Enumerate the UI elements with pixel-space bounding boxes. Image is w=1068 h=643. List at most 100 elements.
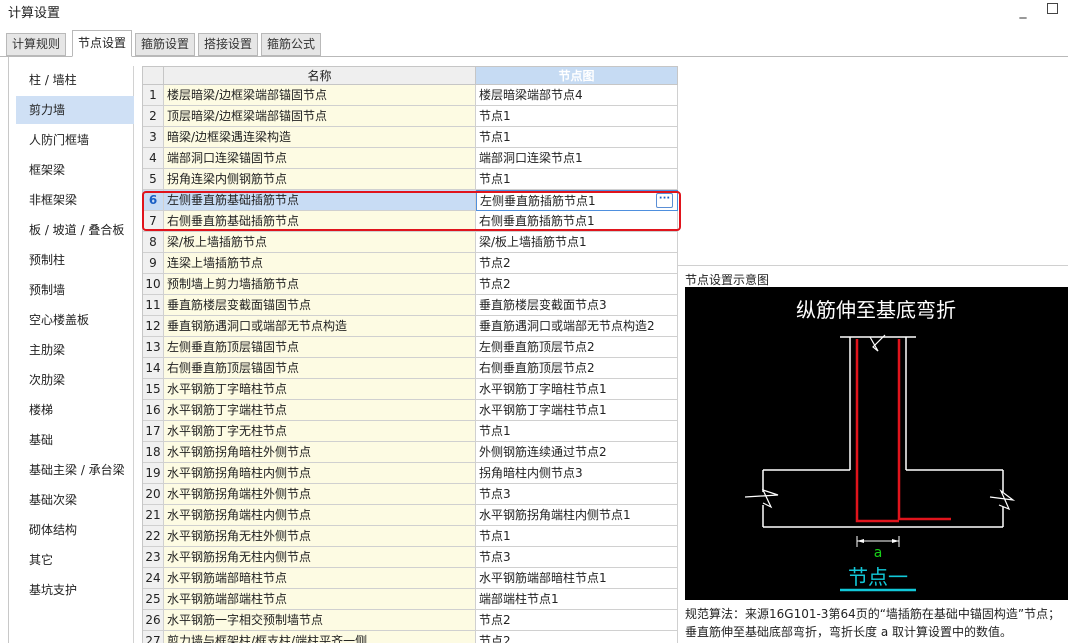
row-number-cell[interactable]: 17: [143, 421, 164, 442]
node-diagram-cell[interactable]: 节点1: [476, 106, 678, 127]
table-row[interactable]: 1 楼层暗梁/边框梁端部锚固节点 楼层暗梁端部节点4: [143, 85, 678, 106]
sidebar-item[interactable]: 基础: [16, 426, 134, 454]
table-row[interactable]: 21 水平钢筋拐角端柱内侧节点 水平钢筋拐角端柱内侧节点1: [143, 505, 678, 526]
table-row[interactable]: 9 连梁上墙插筋节点 节点2: [143, 253, 678, 274]
row-number-cell[interactable]: 4: [143, 148, 164, 169]
table-row[interactable]: 12 垂直钢筋遇洞口或端部无节点构造 垂直筋遇洞口或端部无节点构造2: [143, 316, 678, 337]
maximize-button[interactable]: [1047, 3, 1058, 14]
node-diagram-cell[interactable]: 水平钢筋丁字端柱节点1: [476, 400, 678, 421]
node-diagram-cell[interactable]: 左侧垂直筋插筋节点1 ···: [476, 190, 678, 211]
sidebar-item[interactable]: 基坑支护: [16, 576, 134, 604]
sidebar-item[interactable]: 非框架梁: [16, 186, 134, 214]
sidebar-item[interactable]: 次肋梁: [16, 366, 134, 394]
node-diagram-cell[interactable]: 梁/板上墙插筋节点1: [476, 232, 678, 253]
table-row[interactable]: 3 暗梁/边框梁遇连梁构造 节点1: [143, 127, 678, 148]
node-diagram-cell[interactable]: 端部端柱节点1: [476, 589, 678, 610]
tab-stirrup-formula[interactable]: 箍筋公式: [261, 33, 322, 56]
row-number-cell[interactable]: 23: [143, 547, 164, 568]
sidebar-item[interactable]: 剪力墙: [16, 96, 134, 124]
table-row[interactable]: 5 拐角连梁内侧钢筋节点 节点1: [143, 169, 678, 190]
row-number-cell[interactable]: 26: [143, 610, 164, 631]
row-number-cell[interactable]: 16: [143, 400, 164, 421]
node-diagram-cell[interactable]: 水平钢筋丁字暗柱节点1: [476, 379, 678, 400]
node-diagram-cell[interactable]: 节点1: [476, 169, 678, 190]
table-row[interactable]: 22 水平钢筋拐角无柱外侧节点 节点1: [143, 526, 678, 547]
node-diagram-cell[interactable]: 节点2: [476, 253, 678, 274]
sidebar-item[interactable]: 板 / 坡道 / 叠合板: [16, 216, 134, 244]
table-row[interactable]: 19 水平钢筋拐角暗柱内侧节点 拐角暗柱内侧节点3: [143, 463, 678, 484]
row-number-cell[interactable]: 27: [143, 631, 164, 643]
node-diagram-cell[interactable]: 右侧垂直筋顶层节点2: [476, 358, 678, 379]
row-number-cell[interactable]: 2: [143, 106, 164, 127]
sidebar-item[interactable]: 空心楼盖板: [16, 306, 134, 334]
sidebar-item[interactable]: 其它: [16, 546, 134, 574]
row-number-cell[interactable]: 19: [143, 463, 164, 484]
sidebar-item[interactable]: 人防门框墙: [16, 126, 134, 154]
sidebar-item[interactable]: 基础次梁: [16, 486, 134, 514]
row-number-cell[interactable]: 14: [143, 358, 164, 379]
row-number-cell[interactable]: 22: [143, 526, 164, 547]
sidebar-item[interactable]: 框架梁: [16, 156, 134, 184]
row-number-cell[interactable]: 7: [143, 211, 164, 232]
row-number-cell[interactable]: 10: [143, 274, 164, 295]
row-number-cell[interactable]: 12: [143, 316, 164, 337]
row-number-cell[interactable]: 13: [143, 337, 164, 358]
node-diagram-cell[interactable]: 楼层暗梁端部节点4: [476, 85, 678, 106]
table-row[interactable]: 26 水平钢筋一字相交预制墙节点 节点2: [143, 610, 678, 631]
node-diagram-cell[interactable]: 水平钢筋拐角端柱内侧节点1: [476, 505, 678, 526]
node-diagram-cell[interactable]: 水平钢筋端部暗柱节点1: [476, 568, 678, 589]
sidebar-item[interactable]: 砌体结构: [16, 516, 134, 544]
node-diagram-cell[interactable]: 端部洞口连梁节点1: [476, 148, 678, 169]
node-diagram-cell[interactable]: 节点1: [476, 421, 678, 442]
tab-node-settings[interactable]: 节点设置: [72, 30, 133, 57]
sidebar-item[interactable]: 预制墙: [16, 276, 134, 304]
row-number-cell[interactable]: 3: [143, 127, 164, 148]
ellipsis-button[interactable]: ···: [656, 193, 673, 208]
table-row[interactable]: 2 顶层暗梁/边框梁端部锚固节点 节点1: [143, 106, 678, 127]
tab-lap-settings[interactable]: 搭接设置: [198, 33, 259, 56]
table-row[interactable]: 10 预制墙上剪力墙插筋节点 节点2: [143, 274, 678, 295]
row-number-cell[interactable]: 25: [143, 589, 164, 610]
row-number-cell[interactable]: 11: [143, 295, 164, 316]
node-diagram-cell[interactable]: 垂直筋遇洞口或端部无节点构造2: [476, 316, 678, 337]
table-row[interactable]: 27 剪力墙与框架柱/框支柱/端柱平齐一侧 节点2: [143, 631, 678, 643]
node-diagram-cell[interactable]: 节点2: [476, 631, 678, 643]
node-diagram-cell[interactable]: 垂直筋楼层变截面节点3: [476, 295, 678, 316]
row-number-cell[interactable]: 21: [143, 505, 164, 526]
node-diagram-cell[interactable]: 左侧垂直筋顶层节点2: [476, 337, 678, 358]
row-number-cell[interactable]: 20: [143, 484, 164, 505]
row-number-cell[interactable]: 9: [143, 253, 164, 274]
tab-calc-rules[interactable]: 计算规则: [6, 33, 67, 56]
row-number-cell[interactable]: 8: [143, 232, 164, 253]
node-diagram-column-header[interactable]: 节点图: [476, 67, 678, 85]
row-number-cell[interactable]: 15: [143, 379, 164, 400]
table-row[interactable]: 20 水平钢筋拐角端柱外侧节点 节点3: [143, 484, 678, 505]
sidebar-item[interactable]: 预制柱: [16, 246, 134, 274]
node-diagram-cell[interactable]: 节点3: [476, 484, 678, 505]
name-column-header[interactable]: 名称: [164, 67, 476, 85]
table-row[interactable]: 25 水平钢筋端部端柱节点 端部端柱节点1: [143, 589, 678, 610]
node-diagram-cell[interactable]: 节点2: [476, 610, 678, 631]
node-diagram-cell[interactable]: 节点2: [476, 274, 678, 295]
node-diagram-cell[interactable]: 外侧钢筋连续通过节点2: [476, 442, 678, 463]
table-row[interactable]: 16 水平钢筋丁字端柱节点 水平钢筋丁字端柱节点1: [143, 400, 678, 421]
table-row[interactable]: 18 水平钢筋拐角暗柱外侧节点 外侧钢筋连续通过节点2: [143, 442, 678, 463]
row-number-cell[interactable]: 24: [143, 568, 164, 589]
row-number-cell[interactable]: 18: [143, 442, 164, 463]
table-row[interactable]: 15 水平钢筋丁字暗柱节点 水平钢筋丁字暗柱节点1: [143, 379, 678, 400]
node-diagram-cell[interactable]: 右侧垂直筋插筋节点1: [476, 211, 678, 232]
table-row[interactable]: 11 垂直筋楼层变截面锚固节点 垂直筋楼层变截面节点3: [143, 295, 678, 316]
sidebar-item[interactable]: 楼梯: [16, 396, 134, 424]
minimize-button[interactable]: _: [1016, 4, 1030, 18]
table-row[interactable]: 17 水平钢筋丁字无柱节点 节点1: [143, 421, 678, 442]
table-row[interactable]: 4 端部洞口连梁锚固节点 端部洞口连梁节点1: [143, 148, 678, 169]
sidebar-item[interactable]: 主肋梁: [16, 336, 134, 364]
table-row[interactable]: 6 左侧垂直筋基础插筋节点 左侧垂直筋插筋节点1 ···: [143, 190, 678, 211]
row-number-cell[interactable]: 5: [143, 169, 164, 190]
sidebar-item[interactable]: 基础主梁 / 承台梁: [16, 456, 134, 484]
sidebar-item[interactable]: 柱 / 墙柱: [16, 66, 134, 94]
table-row[interactable]: 7 右侧垂直筋基础插筋节点 右侧垂直筋插筋节点1: [143, 211, 678, 232]
table-row[interactable]: 8 梁/板上墙插筋节点 梁/板上墙插筋节点1: [143, 232, 678, 253]
tab-stirrup-settings[interactable]: 箍筋设置: [135, 33, 196, 56]
table-row[interactable]: 13 左侧垂直筋顶层锚固节点 左侧垂直筋顶层节点2: [143, 337, 678, 358]
